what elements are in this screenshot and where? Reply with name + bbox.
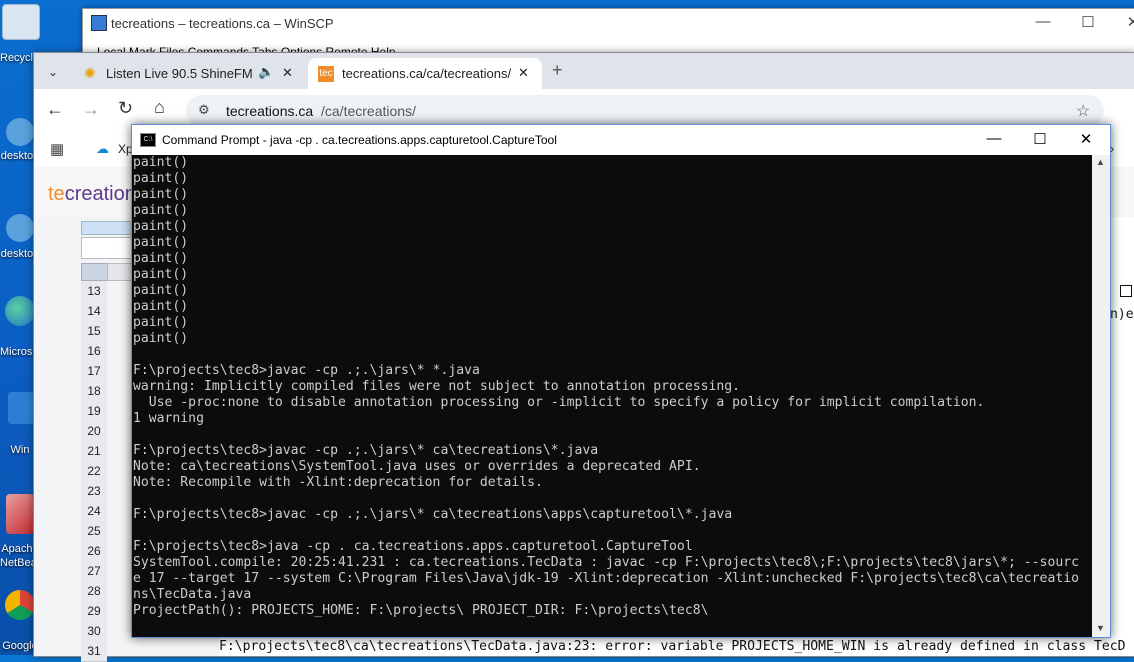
forward-icon[interactable]: → (82, 99, 100, 120)
tab-label: tecreations.ca/ca/tecreations/ (342, 66, 512, 81)
minimize-button[interactable]: — (1023, 13, 1063, 30)
console-output-area[interactable]: paint() paint() paint() paint() paint() … (132, 155, 1092, 637)
recycle-bin-icon[interactable] (2, 4, 40, 40)
close-button[interactable]: ✕ (1113, 13, 1134, 31)
minimize-button[interactable]: — (974, 130, 1014, 147)
row-header[interactable]: 14 (81, 301, 107, 322)
cmd-title-bar[interactable]: C:\ Command Prompt - java -cp . ca.tecre… (132, 125, 1110, 155)
background-terminal-error-line: F:\projects\tec8\ca\tecreations\TecData.… (219, 639, 1126, 654)
scroll-up-icon[interactable]: ▲ (1096, 157, 1105, 167)
command-prompt-window[interactable]: C:\ Command Prompt - java -cp . ca.tecre… (131, 124, 1111, 638)
row-header[interactable]: 23 (81, 481, 107, 502)
gear-icon[interactable] (6, 214, 34, 242)
row-header[interactable]: 15 (81, 321, 107, 342)
reload-icon[interactable]: ↻ (118, 98, 133, 119)
new-tab-button[interactable]: + (552, 60, 563, 81)
row-header[interactable]: 13 (81, 281, 107, 302)
tec-favicon-icon: tec (318, 66, 334, 82)
row-header[interactable]: 29 (81, 601, 107, 622)
cmd-title: Command Prompt - java -cp . ca.tecreatio… (162, 133, 557, 147)
row-header[interactable]: 20 (81, 421, 107, 442)
tab-tecreations[interactable]: tec tecreations.ca/ca/tecreations/ ✕ (308, 58, 542, 89)
tab-label: Listen Live 90.5 ShineFM – S (106, 66, 256, 81)
cloud-icon: ☁ (96, 141, 109, 156)
maximize-button[interactable]: ☐ (1020, 130, 1060, 148)
maximize-button[interactable]: ☐ (1068, 13, 1108, 31)
console-output: paint() paint() paint() paint() paint() … (133, 155, 1079, 618)
row-header[interactable]: 21 (81, 441, 107, 462)
winscp-title: tecreations – tecreations.ca – WinSCP (111, 16, 334, 31)
winscp-app-icon (91, 15, 107, 31)
gear-icon[interactable] (6, 118, 34, 146)
select-all-corner[interactable] (81, 263, 109, 281)
address-bar[interactable]: ⚙ tecreations.ca /ca/tecreations/ ☆ (186, 95, 1104, 127)
row-header[interactable]: 26 (81, 541, 107, 562)
scroll-down-icon[interactable]: ▼ (1096, 623, 1105, 633)
netbeans-icon[interactable] (6, 494, 34, 534)
row-header[interactable]: 28 (81, 581, 107, 602)
row-header[interactable]: 17 (81, 361, 107, 382)
speaker-icon[interactable]: 🔈 (258, 64, 274, 80)
url-domain: tecreations.ca (226, 103, 314, 119)
home-icon[interactable]: ⌂ (154, 97, 165, 118)
sheet-toolbar (81, 221, 135, 235)
row-header[interactable]: 18 (81, 381, 107, 402)
site-info-icon[interactable]: ⚙ (198, 102, 210, 118)
site-logo-prefix: te (48, 183, 65, 205)
tab-strip: ⌄ ✺ Listen Live 90.5 ShineFM – S 🔈 ✕ tec… (34, 53, 1134, 89)
row-header[interactable]: 30 (81, 621, 107, 642)
chrome-icon[interactable] (5, 590, 35, 620)
row-header[interactable]: 25 (81, 521, 107, 542)
row-header[interactable]: 27 (81, 561, 107, 582)
tab-search-button[interactable]: ⌄ (42, 61, 64, 83)
background-terminal-fragment: n)e) (1110, 307, 1134, 322)
formula-bar[interactable] (81, 237, 135, 259)
close-button[interactable]: ✕ (1066, 130, 1106, 148)
row-header[interactable]: 24 (81, 501, 107, 522)
close-tab-icon[interactable]: ✕ (518, 65, 529, 81)
sun-icon: ✺ (84, 65, 96, 81)
row-header[interactable]: 31 (81, 641, 107, 662)
bookmark-star-icon[interactable]: ☆ (1076, 101, 1090, 121)
back-icon[interactable]: ← (46, 99, 64, 120)
url-path: /ca/tecreations/ (321, 103, 416, 119)
cmd-app-icon: C:\ (140, 133, 156, 147)
lock-icon[interactable] (8, 392, 34, 424)
vertical-scrollbar[interactable]: ▲ ▼ (1092, 155, 1110, 637)
row-header[interactable]: 22 (81, 461, 107, 482)
row-header[interactable]: 19 (81, 401, 107, 422)
checkbox-icon[interactable] (1120, 285, 1132, 297)
apps-grid-icon[interactable]: ▦ (50, 140, 64, 158)
tab-shinefm[interactable]: ✺ Listen Live 90.5 ShineFM – S 🔈 ✕ (76, 58, 301, 89)
close-tab-icon[interactable]: ✕ (282, 65, 293, 81)
edge-icon[interactable] (5, 296, 35, 326)
row-header[interactable]: 16 (81, 341, 107, 362)
